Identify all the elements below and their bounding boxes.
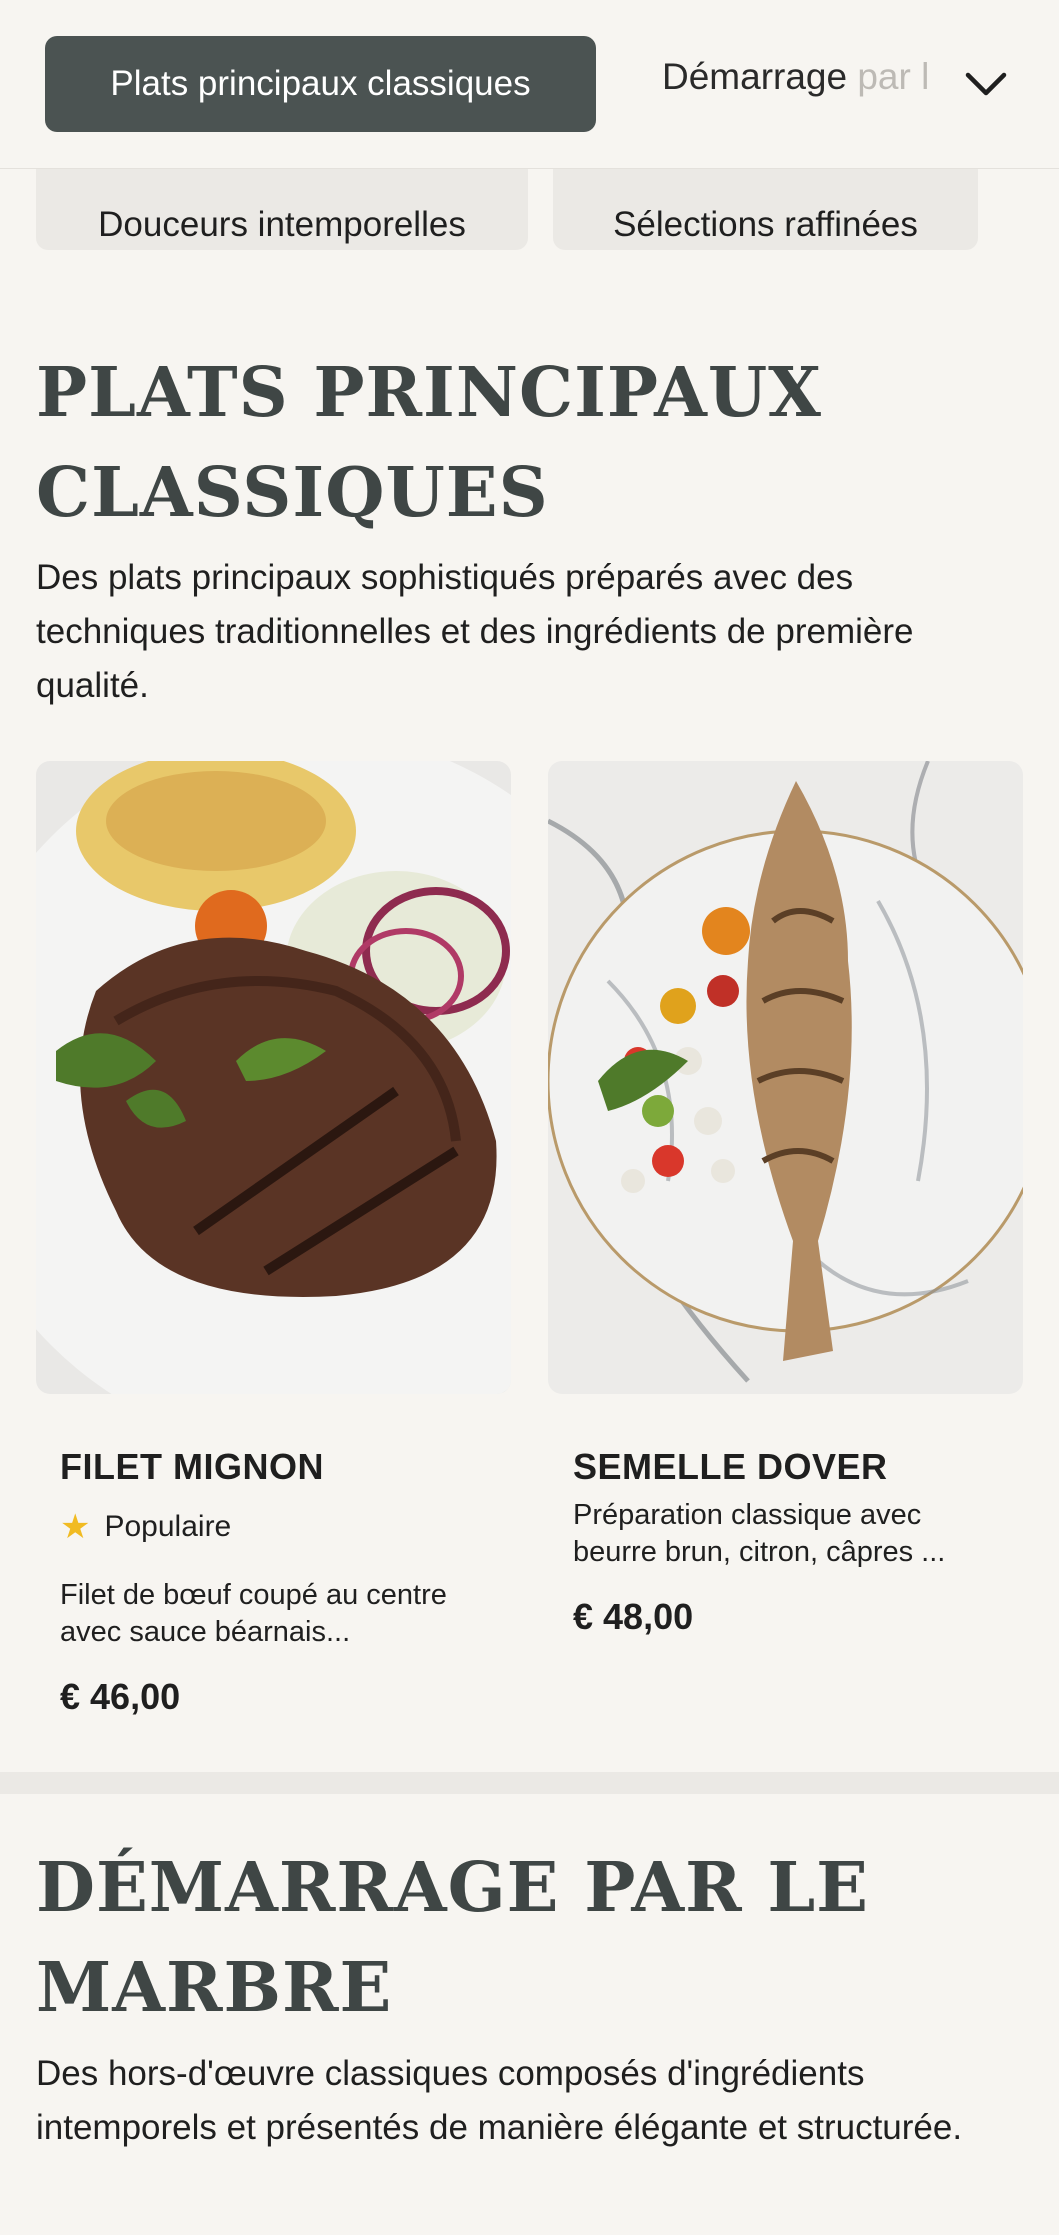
star-icon: ★: [60, 1508, 91, 1546]
section-divider: [0, 1772, 1059, 1794]
category-chip-label: Douceurs intemporelles: [98, 205, 466, 244]
category-chip-active[interactable]: Plats principaux classiques: [45, 36, 596, 132]
chevron-down-icon[interactable]: [962, 60, 1010, 108]
category-chip-demarrage[interactable]: Démarrage par l: [662, 56, 929, 98]
dish-price: € 46,00: [60, 1676, 181, 1717]
dish-description: Préparation classique avec beurre brun, …: [573, 1499, 946, 1568]
section-title-line: PLATS PRINCIPAUX: [36, 353, 822, 433]
dish-description: Filet de bœuf coupé au centre avec sauce…: [60, 1579, 447, 1648]
section-title-line: MARBRE: [36, 1948, 393, 2028]
dish-price: € 48,00: [573, 1596, 694, 1637]
category-chip-label: Démarrage: [662, 56, 858, 97]
badge-label: Populaire: [104, 1510, 232, 1543]
dish-name[interactable]: FILET MIGNON: [60, 1446, 324, 1488]
category-chip-label-faded: par l: [857, 56, 930, 97]
section-description: Des hors-d'œuvre classiques composés d'i…: [36, 2054, 963, 2147]
section-title-line: DÉMARRAGE PAR LE: [36, 1848, 869, 1928]
dish-image-filet-mignon[interactable]: [36, 761, 511, 1394]
category-chip-label: Sélections raffinées: [613, 205, 918, 244]
section-title: DÉMARRAGE PAR LE MARBRE: [36, 1838, 1036, 2038]
section-title: PLATS PRINCIPAUX CLASSIQUES: [36, 343, 1036, 543]
category-nav-bar: Plats principaux classiques Démarrage pa…: [0, 0, 1059, 169]
section-description: Des plats principaux sophistiqués prépar…: [36, 558, 914, 705]
popular-badge: ★ Populaire: [60, 1507, 231, 1547]
section-title-line: CLASSIQUES: [36, 453, 549, 533]
dish-name[interactable]: SEMELLE DOVER: [573, 1446, 888, 1488]
category-chip-label: Plats principaux classiques: [110, 64, 531, 103]
dish-image-semelle-dover[interactable]: [548, 761, 1023, 1394]
